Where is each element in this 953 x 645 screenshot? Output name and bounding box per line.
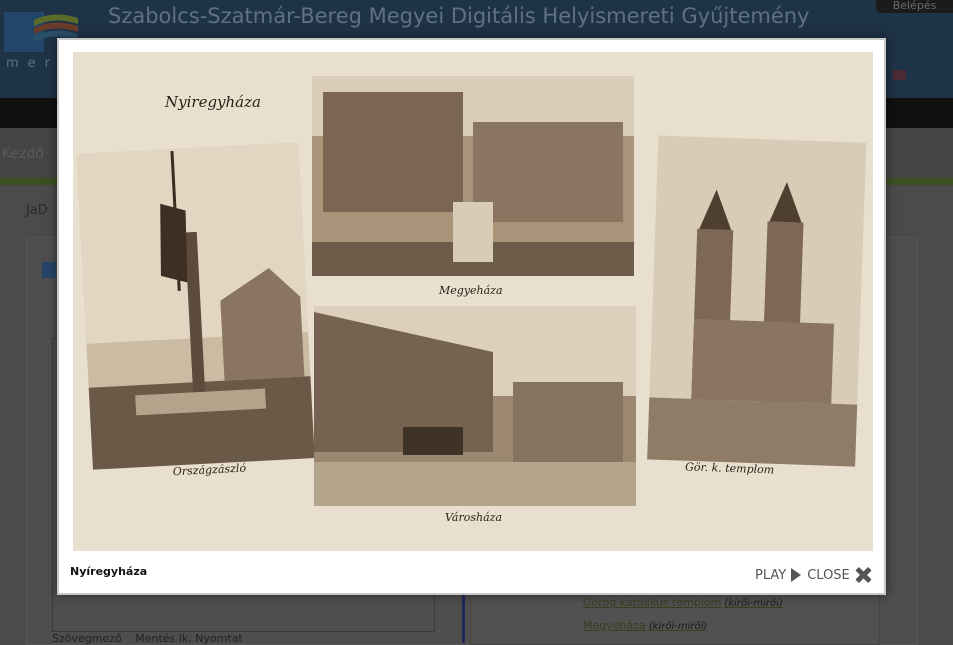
tab-button[interactable] — [42, 262, 56, 278]
postcard-city-label: Nyiregyháza — [164, 93, 261, 111]
postcard-panel-label: Megyeháza — [438, 284, 503, 297]
related-link[interactable]: Megyeháza (kirői-mirői) — [583, 619, 707, 632]
close-label[interactable]: CLOSE — [807, 568, 850, 583]
related-link-label[interactable]: Görög katolikus templom — [583, 596, 721, 609]
related-link-note: (kirői-mirői) — [724, 598, 783, 609]
close-button[interactable]: CLOSE — [807, 567, 871, 583]
related-link-note: (kirői-mirői) — [648, 621, 708, 632]
column-divider — [462, 592, 465, 643]
postcard-illustration: Nyiregyháza Megyeháza Országzászló Város… — [73, 52, 873, 551]
toolbar-item[interactable]: Szövegmező — [52, 632, 122, 645]
login-button[interactable]: Belépés — [876, 0, 953, 13]
bottom-toolbar: Szövegmező Mentés lk. Nyomtat — [52, 632, 253, 645]
menu-item-home[interactable]: Kezdő — [2, 146, 44, 162]
play-label[interactable]: PLAY — [755, 568, 786, 583]
toolbar-item[interactable]: Mentés lk. Nyomtat — [135, 632, 243, 645]
play-icon[interactable] — [791, 568, 802, 582]
lightbox-controls: PLAY CLOSE — [755, 567, 871, 583]
play-button[interactable]: PLAY — [755, 568, 807, 583]
close-icon[interactable] — [855, 567, 871, 583]
postcard-image[interactable]: Nyiregyháza Megyeháza Országzászló Város… — [73, 52, 873, 551]
site-title: Szabolcs-Szatmár-Bereg Megyei Digitális … — [108, 4, 810, 28]
language-flag-icon[interactable] — [893, 70, 906, 80]
logo-text: mer — [6, 56, 60, 71]
postcard-panel-label: Városháza — [445, 511, 502, 524]
lightbox-caption: Nyíregyháza — [70, 565, 148, 578]
lightbox-dialog: Nyiregyháza Megyeháza Országzászló Város… — [57, 38, 886, 595]
breadcrumb[interactable]: JaD — [26, 203, 48, 218]
related-link-label[interactable]: Megyeháza — [583, 619, 646, 632]
related-link[interactable]: Görög katolikus templom (kirői-mirői) — [583, 596, 783, 609]
